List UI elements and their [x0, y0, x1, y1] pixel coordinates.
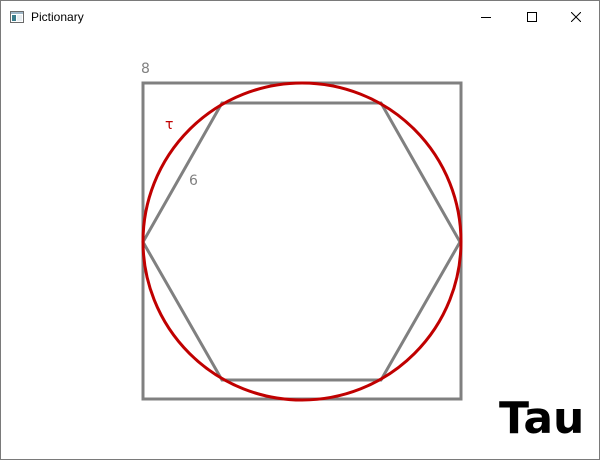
circle-shape	[141, 81, 463, 402]
square-label: 8	[141, 61, 150, 77]
hexagon-label: 6	[189, 173, 198, 189]
pictionary-window: Pictionary 8 6 τ Tau	[0, 0, 600, 460]
hexagon-shape	[141, 101, 462, 382]
circle-label: τ	[165, 117, 173, 133]
answer-text: Tau	[499, 393, 585, 444]
